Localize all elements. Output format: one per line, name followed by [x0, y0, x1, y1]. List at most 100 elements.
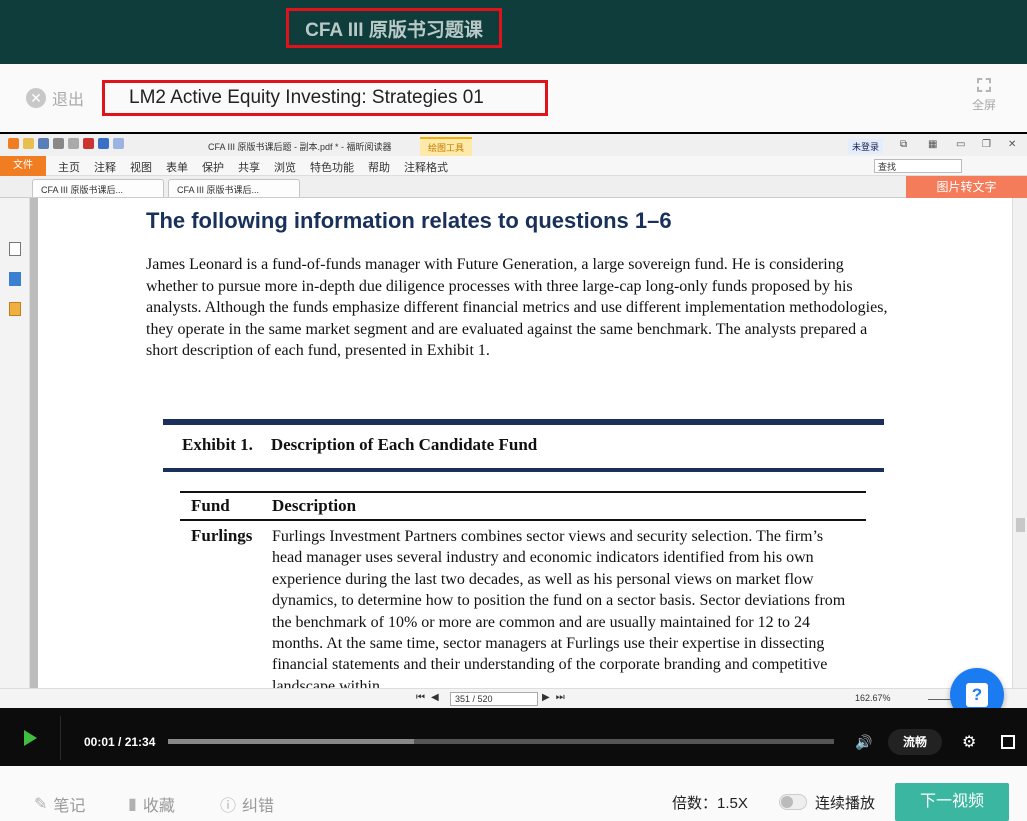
quick-access-toolbar [8, 138, 124, 149]
pdf-page: The following information relates to que… [38, 198, 1012, 695]
video-player[interactable]: CFA III 原版书课后题 - 副本.pdf * - 福昕阅读器 绘图工具 未… [0, 132, 1027, 766]
fullscreen-button[interactable]: 全屏 [966, 78, 1002, 113]
autoplay-label: 连续播放 [815, 795, 876, 812]
window-close-icon: ✕ [1008, 139, 1017, 150]
menu-share: 共享 [238, 162, 260, 174]
restore-icon: ❐ [982, 139, 991, 150]
drawing-tools-tab: 绘图工具 [420, 137, 473, 156]
player-fullscreen-icon[interactable] [1001, 735, 1015, 749]
bottom-toolbar: ✎ 笔记 ▮ 收藏 ⓘ 纠错 倍数：1.5X 连续播放 下一视频 [0, 766, 1027, 821]
page-edge [30, 198, 38, 688]
fullscreen-icon [977, 78, 991, 92]
video-frame: CFA III 原版书课后题 - 副本.pdf * - 福昕阅读器 绘图工具 未… [0, 134, 1027, 708]
progress-bar[interactable] [168, 739, 834, 744]
intro-paragraph: James Leonard is a fund-of-funds manager… [146, 256, 888, 359]
document-tab-1: CFA III 原版书课后... [32, 179, 164, 197]
menu-file: 文件 [0, 156, 46, 176]
playback-speed[interactable]: 倍数：1.5X [672, 792, 748, 813]
last-page-icon: ⏭ [555, 692, 565, 703]
report-error-button[interactable]: ⓘ 纠错 [220, 792, 274, 816]
reader-left-rail [0, 198, 30, 688]
app-logo-icon [8, 138, 19, 149]
column-header-description: Description [272, 496, 357, 515]
reader-tab-row: CFA III 原版书课后... CFA III 原版书课后... 图片转文字 [0, 176, 1027, 198]
menu-home: 主页 [58, 162, 80, 174]
page-icon [9, 242, 21, 256]
save-icon [38, 138, 49, 149]
progress-buffered [168, 739, 415, 744]
menu-form: 表单 [166, 162, 188, 174]
next-page-icon: ▶ [542, 692, 550, 703]
fullscreen-label: 全屏 [971, 98, 996, 112]
exit-button[interactable]: ✕ 退出 [26, 86, 84, 110]
page-number-box: 351 / 520 [450, 692, 538, 706]
exhibit-bottom-rule [163, 468, 884, 472]
reader-menu-bar: 文件 主页 注释 视图 表单 保护 共享 浏览 特色功能 帮助 注释格式 查找 [0, 156, 1027, 176]
open-icon [23, 138, 34, 149]
question-icon: ? [966, 683, 988, 707]
toggle-knob [781, 796, 793, 808]
table-top-rule [180, 491, 866, 493]
autoplay-toggle[interactable] [779, 794, 807, 810]
gear-icon[interactable]: ⚙ [962, 732, 976, 752]
page-nav-arrows: ⏮ ◀ [416, 692, 439, 703]
prev-page-icon: ◀ [431, 692, 439, 703]
favorite-button[interactable]: ▮ 收藏 [128, 792, 175, 816]
lesson-title: LM2 Active Equity Investing: Strategies … [102, 80, 548, 116]
quality-button[interactable]: 流畅 [888, 729, 942, 755]
player-controls: 00:01 / 21:34 🔊 流畅 ⚙ [0, 708, 1027, 766]
course-title: CFA III 原版书习题课 [286, 8, 502, 48]
exit-label: 退出 [52, 92, 85, 109]
reader-search-input: 查找 [874, 159, 962, 173]
layers-icon [9, 272, 21, 286]
column-header-fund: Fund [191, 496, 230, 515]
menu-comment: 注释 [94, 162, 116, 174]
menu-comment-format: 注释格式 [404, 162, 448, 174]
print-icon [53, 138, 64, 149]
question-heading: The following information relates to que… [146, 208, 672, 233]
first-page-icon: ⏮ [416, 692, 425, 703]
exhibit-label: Exhibit 1. [182, 435, 253, 454]
reader-status-bar: ⏮ ◀ 351 / 520 ▶ ⏭ 162.67% [0, 688, 1027, 708]
reader-title-bar: CFA III 原版书课后题 - 副本.pdf * - 福昕阅读器 绘图工具 未… [0, 134, 1027, 156]
notes-label: 笔记 [53, 798, 86, 815]
ribbon-icon: ⧉ [900, 139, 908, 150]
exhibit-top-rule [163, 419, 884, 425]
volume-icon[interactable]: 🔊 [855, 734, 872, 751]
favorite-label: 收藏 [142, 798, 175, 815]
close-circle-icon: ✕ [26, 88, 46, 108]
minimize-icon: ▭ [956, 139, 966, 150]
report-error-label: 纠错 [242, 798, 275, 815]
scan-icon [68, 138, 79, 149]
playback-time: 00:01 / 21:34 [84, 735, 156, 749]
zoom-level: 162.67% [855, 693, 891, 703]
menu-features: 特色功能 [310, 162, 354, 174]
reader-scrollbar [1012, 198, 1027, 688]
play-icon[interactable] [24, 730, 37, 746]
exhibit-title: Exhibit 1. Description of Each Candidate … [182, 435, 555, 455]
pencil-icon: ✎ [34, 796, 48, 813]
menu-protect: 保护 [202, 162, 224, 174]
controls-divider [60, 716, 61, 760]
alert-icon: ⓘ [220, 798, 237, 815]
bookmark-icon: ▮ [128, 796, 137, 813]
next-video-button[interactable]: 下一视频 [895, 783, 1009, 821]
menu-items: 主页 注释 视图 表单 保护 共享 浏览 特色功能 帮助 注释格式 [58, 159, 448, 175]
table-header-rule [180, 519, 866, 521]
menu-help: 帮助 [368, 162, 390, 174]
image-to-text-button: 图片转文字 [906, 176, 1027, 198]
menu-browse: 浏览 [274, 162, 296, 174]
fund-name-cell: Furlings [191, 526, 253, 545]
lesson-header: ✕ 退出 LM2 Active Equity Investing: Strate… [0, 64, 1027, 132]
fund-description-cell: Furlings Investment Partners combines se… [272, 528, 846, 695]
exhibit-caption: Description of Each Candidate Fund [270, 435, 538, 454]
grid-icon: ▦ [928, 139, 938, 150]
redo-icon [113, 138, 124, 149]
undo-icon [98, 138, 109, 149]
not-logged-in-badge: 未登录 [848, 139, 884, 154]
comments-icon [9, 302, 21, 316]
hand-icon [83, 138, 94, 149]
menu-view: 视图 [130, 162, 152, 174]
page-nav-arrows-next: ▶ ⏭ [542, 692, 565, 703]
notes-button[interactable]: ✎ 笔记 [34, 792, 85, 816]
